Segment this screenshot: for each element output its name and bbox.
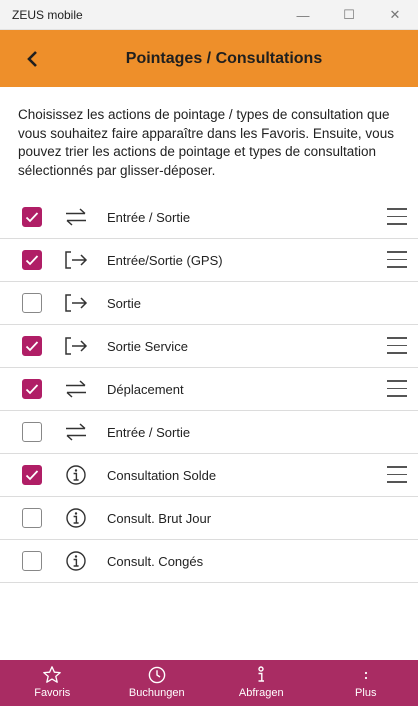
info-icon <box>60 505 92 531</box>
check-icon <box>25 212 39 223</box>
item-label: Entrée / Sortie <box>107 210 191 225</box>
close-button[interactable]: ✕ <box>372 0 418 30</box>
item-label: Consultation Solde <box>107 468 217 483</box>
list-item[interactable]: Consult. Brut Jour <box>0 497 418 540</box>
bottom-navigation: Favoris Buchungen Abfragen Plus <box>0 660 418 706</box>
check-icon <box>25 341 39 352</box>
window-title: ZEUS mobile <box>12 8 83 22</box>
window-titlebar: ZEUS mobile — ☐ ✕ <box>0 0 418 30</box>
check-icon <box>25 384 39 395</box>
item-checkbox[interactable] <box>22 551 42 571</box>
info-icon <box>60 462 92 488</box>
list-item[interactable]: Consultation Solde <box>0 454 418 497</box>
action-list: Entrée / Sortie Entrée/Sortie (GPS) Sortie… <box>0 196 418 583</box>
swap-arrows-icon <box>60 204 92 230</box>
info-icon <box>60 548 92 574</box>
drag-handle-icon[interactable] <box>387 208 409 226</box>
check-icon <box>25 470 39 481</box>
intro-text: Choisissez les actions de pointage / typ… <box>18 107 394 178</box>
minimize-button[interactable]: — <box>280 0 326 30</box>
page-header: Pointages / Consultations <box>0 30 418 87</box>
item-checkbox[interactable] <box>22 207 42 227</box>
exit-arrow-icon <box>60 333 92 359</box>
drag-handle-icon[interactable] <box>387 466 409 484</box>
drag-handle-icon[interactable] <box>387 337 409 355</box>
item-checkbox[interactable] <box>22 465 42 485</box>
exit-arrow-icon <box>60 290 92 316</box>
clock-icon <box>147 664 167 686</box>
nav-plus[interactable]: Plus <box>314 660 418 706</box>
star-icon <box>42 664 62 686</box>
nav-buchungen[interactable]: Buchungen <box>105 660 210 706</box>
item-checkbox[interactable] <box>22 336 42 356</box>
drag-handle-icon[interactable] <box>387 380 409 398</box>
exit-arrow-icon <box>60 247 92 273</box>
item-checkbox[interactable] <box>22 422 42 442</box>
nav-label: Favoris <box>34 687 71 699</box>
item-checkbox[interactable] <box>22 250 42 270</box>
list-item[interactable]: Déplacement <box>0 368 418 411</box>
list-item[interactable]: Entrée / Sortie <box>0 411 418 454</box>
nav-label: Abfragen <box>238 687 284 699</box>
swap-arrows-icon <box>60 419 92 445</box>
page-title: Pointages / Consultations <box>125 50 323 67</box>
list-item[interactable]: Sortie <box>0 282 418 325</box>
list-item[interactable]: Consult. Congés <box>0 540 418 583</box>
item-checkbox[interactable] <box>22 508 42 528</box>
list-item[interactable]: Entrée / Sortie <box>0 196 418 239</box>
list-item[interactable]: Entrée/Sortie (GPS) <box>0 239 418 282</box>
item-label: Consult. Congés <box>107 554 204 569</box>
item-checkbox[interactable] <box>22 379 42 399</box>
item-label: Déplacement <box>107 382 184 397</box>
nav-favoris[interactable]: Favoris <box>0 660 105 706</box>
check-icon <box>25 255 39 266</box>
drag-handle-icon[interactable] <box>387 251 409 269</box>
item-label: Consult. Brut Jour <box>107 511 212 526</box>
info-i-icon <box>251 664 271 686</box>
item-checkbox[interactable] <box>22 293 42 313</box>
item-label: Entrée/Sortie (GPS) <box>107 253 223 268</box>
nav-label: Plus <box>355 687 377 699</box>
swap-arrows-icon <box>60 376 92 402</box>
list-item[interactable]: Sortie Service <box>0 325 418 368</box>
nav-label: Buchungen <box>128 687 185 699</box>
item-label: Sortie Service <box>107 339 188 354</box>
item-label: Sortie <box>107 296 141 311</box>
nav-abfragen[interactable]: Abfragen <box>209 660 314 706</box>
item-label: Entrée / Sortie <box>107 425 191 440</box>
maximize-button[interactable]: ☐ <box>326 0 372 30</box>
more-icon <box>356 664 376 686</box>
